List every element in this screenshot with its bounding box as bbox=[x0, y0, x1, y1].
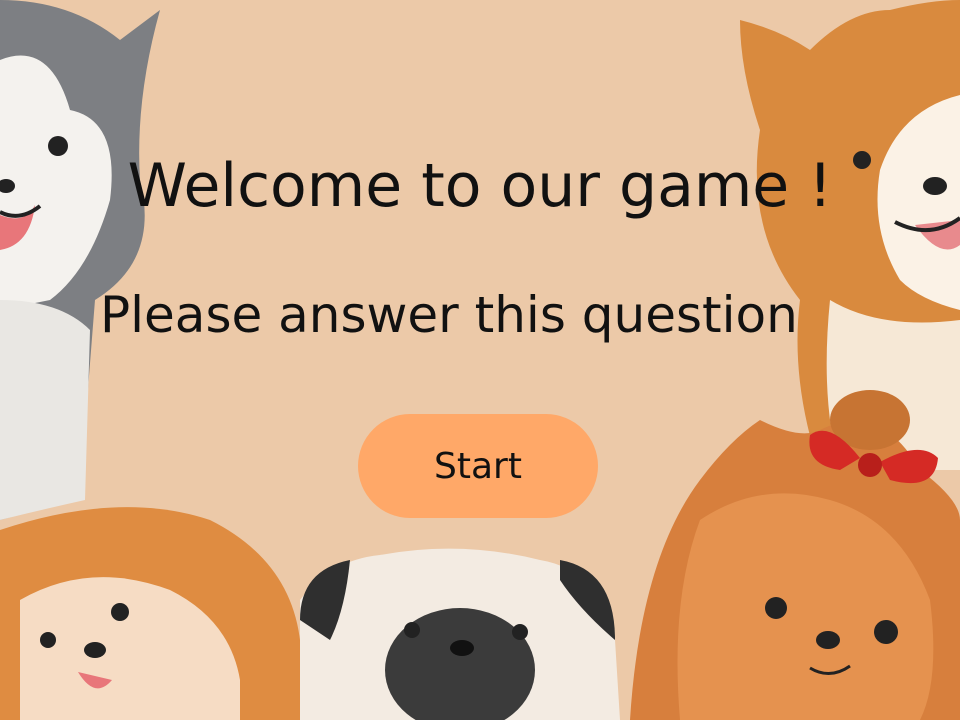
start-button[interactable]: Start bbox=[358, 414, 598, 518]
pug-dog bbox=[300, 548, 620, 720]
background-illustration bbox=[0, 0, 960, 720]
welcome-title: Welcome to our game ! bbox=[127, 151, 833, 221]
pomeranian-dog bbox=[0, 507, 305, 720]
husky-dog bbox=[0, 0, 160, 520]
question-prompt: Please answer this question bbox=[100, 286, 798, 344]
